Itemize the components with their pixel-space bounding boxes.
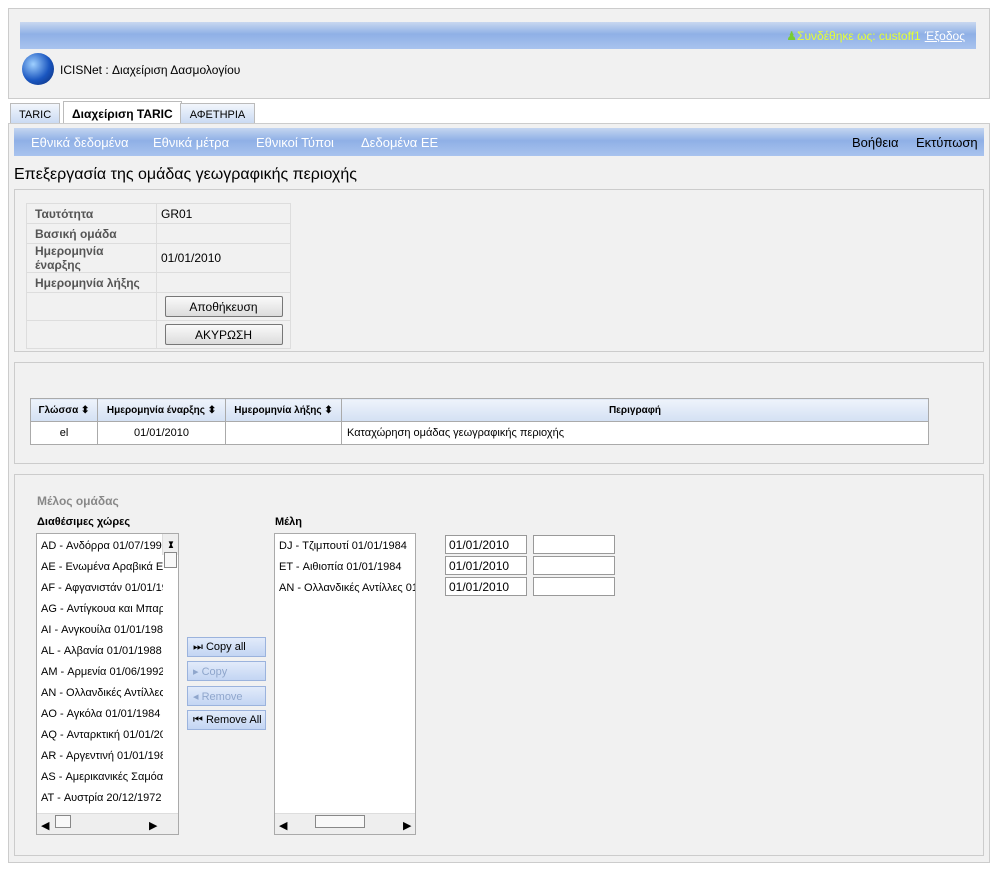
member-item[interactable]: ET - Αιθιοπία 01/01/1984 xyxy=(275,557,415,578)
member-item[interactable]: DJ - Τζιμπουτί 01/01/1984 xyxy=(275,536,415,557)
end-date-label: Ημερομηνία λήξης xyxy=(26,272,157,293)
back-icon: ◂ xyxy=(193,691,199,703)
base-group-label: Βασική ομάδα xyxy=(26,223,157,244)
cancel-button[interactable]: ΑΚΥΡΩΣΗ xyxy=(164,324,283,345)
list-item[interactable]: AN - Ολλανδικές Αντίλλες xyxy=(37,683,163,704)
member-end-date-input[interactable] xyxy=(533,535,615,554)
col-language[interactable]: Γλώσσα ⬍ xyxy=(30,398,98,422)
list-item[interactable]: AQ - Ανταρκτική 01/01/2000 xyxy=(37,725,163,746)
remove-all-button[interactable]: ⏮ Remove All xyxy=(187,710,266,730)
tab-start[interactable]: ΑΦΕΤΗΡΙΑ xyxy=(180,103,255,124)
edit-form: Ταυτότητα GR01 Βασική ομάδα Ημερομηνία έν… xyxy=(26,203,291,349)
copy-button[interactable]: ▸ Copy xyxy=(187,661,266,681)
start-date-value: 01/01/2010 xyxy=(156,243,291,273)
list-item[interactable]: AG - Αντίγκουα και Μπαρμπούντα xyxy=(37,599,163,620)
table-row[interactable]: el 01/01/2010 Καταχώρηση ομάδας γεωγραφι… xyxy=(30,421,929,445)
available-list[interactable]: AD - Ανδόρρα 01/07/1991 AE - Ενωμένα Αραβ… xyxy=(36,533,179,835)
base-group-value xyxy=(156,223,291,244)
user-icon: ♟ xyxy=(786,29,798,43)
horizontal-scrollbar[interactable]: ◀ ▶ xyxy=(275,813,415,834)
start-date-label: Ημερομηνία έναρξης xyxy=(26,243,157,273)
member-end-date-input[interactable] xyxy=(533,556,615,575)
vertical-scrollbar[interactable]: ▲ ▼ xyxy=(162,534,178,568)
rewind-icon: ⏮ xyxy=(193,714,203,726)
fast-forward-icon: ⏭ xyxy=(193,641,203,653)
play-icon: ▸ xyxy=(193,666,199,678)
nav-print[interactable]: Εκτύπωση xyxy=(916,135,978,150)
nav-eu-data[interactable]: Δεδομένα ΕΕ xyxy=(361,135,438,150)
cell-description: Καταχώρηση ομάδας γεωγραφικής περιοχής xyxy=(341,421,929,445)
list-item[interactable]: AM - Αρμενία 01/06/1992 xyxy=(37,662,163,683)
members-label: Μέλη xyxy=(275,516,302,528)
tab-taric[interactable]: TARIC xyxy=(10,103,61,124)
member-end-date-input[interactable] xyxy=(533,577,615,596)
tab-taric-management[interactable]: Διαχείριση TARIC xyxy=(63,101,182,124)
list-item[interactable]: AT - Αυστρία 20/12/1972 xyxy=(37,788,163,809)
globe-logo-icon xyxy=(22,53,54,85)
horizontal-scrollbar[interactable]: ◀ ▶ xyxy=(37,813,178,834)
nav-national-measures[interactable]: Εθνικά μέτρα xyxy=(153,135,229,150)
nav-bar: Εθνικά δεδομένα Εθνικά μέτρα Εθνικοί Τύπ… xyxy=(14,128,984,156)
id-label: Ταυτότητα xyxy=(26,203,157,224)
list-item[interactable]: AF - Αφγανιστάν 01/01/1984 xyxy=(37,578,163,599)
cell-end-date xyxy=(225,421,342,445)
members-list[interactable]: DJ - Τζιμπουτί 01/01/1984 ET - Αιθιοπία 0… xyxy=(274,533,416,835)
cell-language: el xyxy=(30,421,98,445)
nav-national-data[interactable]: Εθνικά δεδομένα xyxy=(31,135,129,150)
list-item[interactable]: AO - Αγκόλα 01/01/1984 xyxy=(37,704,163,725)
id-value: GR01 xyxy=(156,203,291,224)
list-item[interactable]: AE - Ενωμένα Αραβικά Εμιράτα xyxy=(37,557,163,578)
remove-button[interactable]: ◂ Remove xyxy=(187,686,266,706)
save-button[interactable]: Αποθήκευση xyxy=(164,296,283,317)
nav-help[interactable]: Βοήθεια xyxy=(852,135,899,150)
description-table: Γλώσσα ⬍ Ημερομηνία έναρξης ⬍ Ημερομηνία… xyxy=(30,398,929,445)
available-label: Διαθέσιμες χώρες xyxy=(37,516,131,528)
col-description: Περιγραφή xyxy=(341,398,929,422)
member-item[interactable]: AN - Ολλανδικές Αντίλλες 01/01/1984 xyxy=(275,578,415,599)
user-info: ♟Συνδέθηκε ως: custoff1 Έξοδος xyxy=(786,29,965,43)
cell-start-date: 01/01/2010 xyxy=(97,421,226,445)
list-item[interactable]: AD - Ανδόρρα 01/07/1991 xyxy=(37,536,163,557)
page-title: Επεξεργασία της ομάδας γεωγραφικής περιο… xyxy=(14,166,357,183)
copy-all-button[interactable]: ⏭ Copy all xyxy=(187,637,266,657)
col-end-date[interactable]: Ημερομηνία λήξης ⬍ xyxy=(225,398,342,422)
end-date-value xyxy=(156,272,291,293)
nav-national-types[interactable]: Εθνικοί Τύποι xyxy=(256,135,334,150)
member-start-date-input[interactable] xyxy=(445,556,527,575)
list-item[interactable]: AR - Αργεντινή 01/01/1984 xyxy=(37,746,163,767)
list-item[interactable]: AS - Αμερικανικές Σαμόα xyxy=(37,767,163,788)
col-start-date[interactable]: Ημερομηνία έναρξης ⬍ xyxy=(97,398,226,422)
members-section-title: Μέλος ομάδας xyxy=(37,494,119,508)
member-start-date-input[interactable] xyxy=(445,577,527,596)
app-title: ICISNet : Διαχείριση Δασμολογίου xyxy=(60,63,241,77)
list-item[interactable]: AI - Ανγκουίλα 01/01/1984 xyxy=(37,620,163,641)
member-start-date-input[interactable] xyxy=(445,535,527,554)
logout-link[interactable]: Έξοδος xyxy=(925,29,965,43)
list-item[interactable]: AL - Αλβανία 01/01/1988 xyxy=(37,641,163,662)
